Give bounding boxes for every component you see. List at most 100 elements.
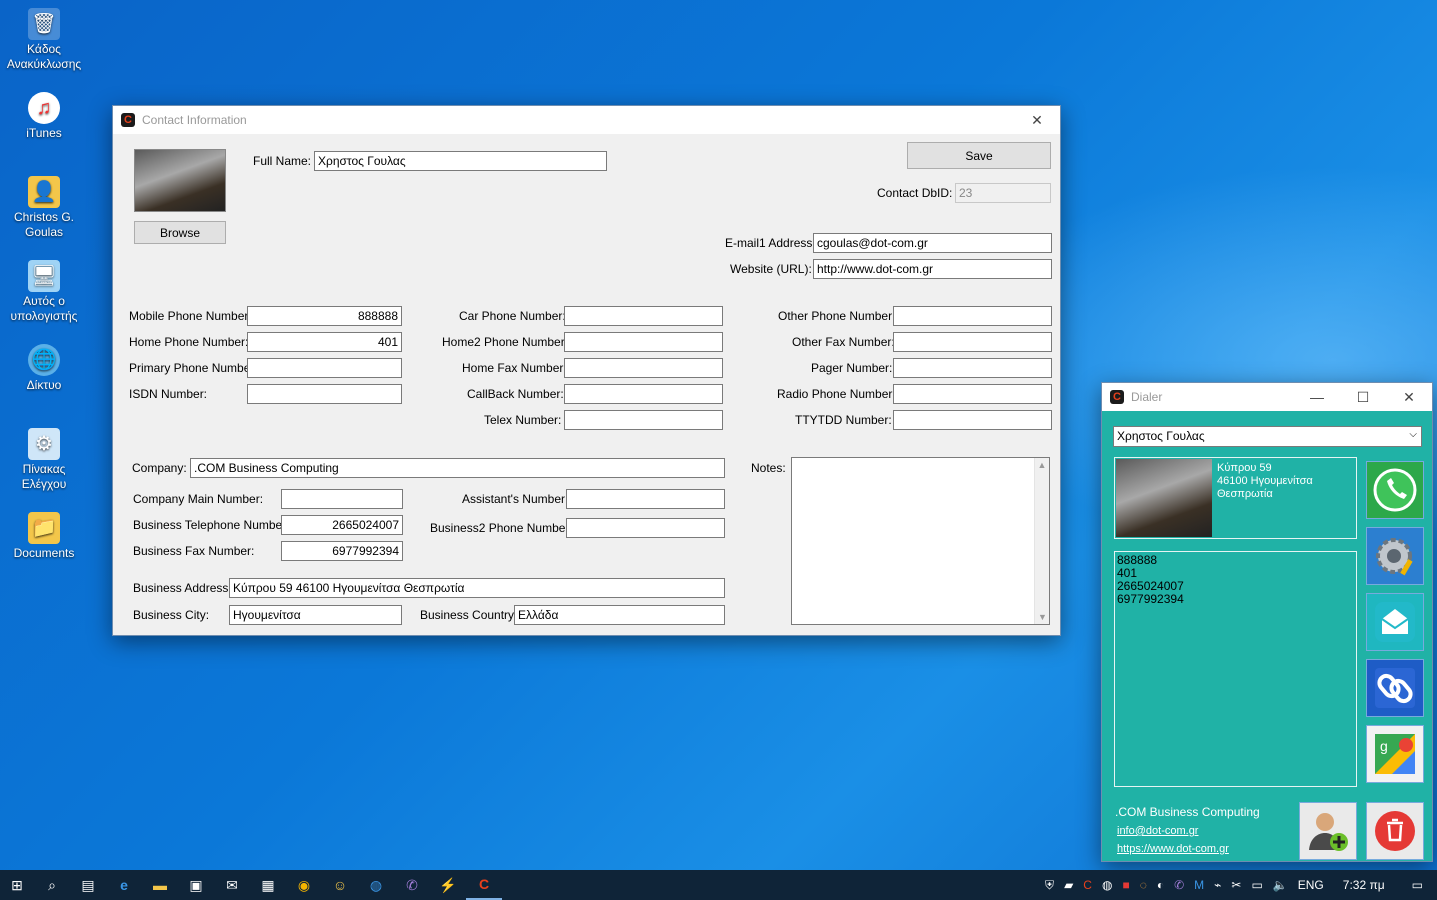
dbid-label: Contact DbID: — [877, 186, 953, 200]
map-button[interactable]: g — [1366, 725, 1424, 783]
website-link[interactable]: https://www.dot-com.gr — [1117, 843, 1229, 855]
taskbar-lightning[interactable]: ⚡ — [430, 870, 466, 900]
email-field[interactable]: cgoulas@dot-com.gr — [813, 233, 1052, 253]
b2-field[interactable] — [566, 518, 725, 538]
minimize-button[interactable]: — — [1294, 383, 1340, 411]
desktop-icon-network[interactable]: 🌐 Δίκτυο — [4, 344, 84, 393]
taskbar-viber[interactable]: ✆ — [394, 870, 430, 900]
taskbar-store[interactable]: ▣ — [178, 870, 214, 900]
number-list[interactable]: 888888 401 2665024007 6977992394 — [1114, 551, 1357, 787]
radio-field[interactable] — [893, 384, 1052, 404]
globe-icon[interactable]: ◍ — [1102, 878, 1112, 892]
task-view-button[interactable]: ▤ — [70, 870, 106, 900]
taskbar-dialer[interactable]: C — [466, 870, 502, 900]
car-field[interactable] — [564, 306, 723, 326]
desktop-icon-computer[interactable]: 🖥 Αυτός ο υπολογιστής — [4, 260, 84, 324]
list-item[interactable]: 6977992394 — [1117, 593, 1354, 606]
homefax-field[interactable] — [564, 358, 723, 378]
desktop-icon-documents[interactable]: 📁 Documents — [4, 512, 84, 561]
home-field[interactable]: 401 — [247, 332, 402, 352]
btel-field[interactable]: 2665024007 — [281, 515, 403, 535]
taskbar-mail[interactable]: ✉ — [214, 870, 250, 900]
call-button[interactable] — [1366, 461, 1424, 519]
callback-field[interactable] — [564, 384, 723, 404]
url-field[interactable]: http://www.dot-com.gr — [813, 259, 1052, 279]
homefax-label: Home Fax Number: — [462, 361, 567, 375]
company-label: Company: — [132, 461, 187, 475]
tray-red-icon[interactable]: ■ — [1122, 878, 1129, 892]
pager-field[interactable] — [893, 358, 1052, 378]
browse-button[interactable]: Browse — [134, 221, 226, 244]
other-field[interactable] — [893, 306, 1052, 326]
scroll-down-icon[interactable]: ▼ — [1035, 612, 1050, 622]
mobile-field[interactable]: 888888 — [247, 306, 402, 326]
dialer-tray-icon[interactable]: C — [1083, 878, 1092, 892]
cmain-field[interactable] — [281, 489, 403, 509]
bcountry-field[interactable]: Ελλάδα — [514, 605, 725, 625]
volume-icon[interactable]: 🔈 — [1273, 878, 1288, 892]
delete-button[interactable] — [1366, 802, 1424, 860]
language-indicator[interactable]: ENG — [1298, 878, 1324, 892]
isdn-field[interactable] — [247, 384, 402, 404]
tty-field[interactable] — [893, 410, 1052, 430]
desktop-icon-user-folder[interactable]: 👤 Christos G. Goulas — [4, 176, 84, 240]
taskbar-remote[interactable]: ▦ — [250, 870, 286, 900]
start-button[interactable]: ⊞ — [0, 870, 34, 900]
scroll-up-icon[interactable]: ▲ — [1035, 460, 1049, 470]
svg-text:g: g — [1380, 738, 1388, 754]
taskbar-chrome[interactable]: ◉ — [286, 870, 322, 900]
taskbar-edge[interactable]: e — [106, 870, 142, 900]
telex-field[interactable] — [564, 410, 723, 430]
clock[interactable]: 7:32 πμ — [1343, 878, 1385, 892]
contact-photo — [134, 149, 226, 212]
documents-icon: 📁 — [28, 512, 60, 544]
close-button[interactable]: ✕ — [1014, 106, 1060, 134]
full-name-field[interactable]: Χρηστος Γουλας — [314, 151, 607, 171]
taskbar-globe[interactable]: ◍ — [358, 870, 394, 900]
notes-label: Notes: — [751, 461, 786, 475]
taskbar-explorer[interactable]: ▬ — [142, 870, 178, 900]
baddr-field[interactable]: Κύπρου 59 46100 Ηγουμενίτσα Θεσπρωτία — [229, 578, 725, 598]
primary-field[interactable] — [247, 358, 402, 378]
close-button[interactable]: ✕ — [1386, 383, 1432, 411]
maximize-button[interactable]: ☐ — [1340, 383, 1386, 411]
save-button[interactable]: Save — [907, 142, 1051, 169]
home2-field[interactable] — [564, 332, 723, 352]
viber-icon[interactable]: ✆ — [1174, 878, 1184, 892]
tray-app-icon[interactable]: ✂ — [1231, 878, 1241, 892]
desktop-icon-control-panel[interactable]: ⚙ Πίνακας Ελέγχου — [4, 428, 84, 492]
desktop-icon-label: Documents — [13, 546, 75, 560]
desktop-icon-label: Christos G. Goulas — [13, 210, 74, 239]
tray-app-icon[interactable]: ▰ — [1064, 878, 1073, 892]
assist-field[interactable] — [566, 489, 725, 509]
tray-m-icon[interactable]: M — [1194, 878, 1204, 892]
notes-scrollbar[interactable]: ▲ ▼ — [1034, 458, 1049, 624]
bcity-field[interactable]: Ηγουμενίτσα — [229, 605, 402, 625]
bfax-field[interactable]: 6977992394 — [281, 541, 403, 561]
desktop-icon-recycle-bin[interactable]: 🗑 Κάδος Ανακύκλωσης — [4, 8, 84, 72]
notifications-icon[interactable]: ▭ — [1412, 878, 1423, 892]
search-button[interactable]: ⌕ — [34, 870, 70, 900]
desktop-icon-itunes[interactable]: ♫ iTunes — [4, 92, 84, 141]
tray-swirl-icon[interactable]: ◌ — [1140, 878, 1147, 892]
otherfax-field[interactable] — [893, 332, 1052, 352]
add-contact-button[interactable] — [1299, 802, 1357, 860]
contact-titlebar[interactable]: C Contact Information ✕ — [113, 106, 1060, 134]
network-icon[interactable]: ▭ — [1251, 878, 1262, 892]
folder-icon: ▬ — [153, 877, 167, 893]
tray-app-icon[interactable]: ⌁ — [1214, 878, 1221, 892]
company-field[interactable]: .COM Business Computing — [190, 458, 725, 478]
dialer-titlebar[interactable]: C Dialer — ☐ ✕ — [1102, 383, 1432, 411]
contact-select[interactable]: Χρηστος Γουλας ⌵ — [1113, 426, 1422, 447]
tray-app-icon[interactable]: ◐ — [1157, 878, 1164, 892]
shield-icon[interactable]: ⛨ — [1045, 878, 1054, 893]
otherfax-label: Other Fax Number: — [792, 335, 895, 349]
list-item[interactable]: 888888 — [1117, 554, 1354, 567]
email-link[interactable]: info@dot-com.gr — [1117, 825, 1198, 837]
settings-button[interactable] — [1366, 527, 1424, 585]
link-button[interactable] — [1366, 659, 1424, 717]
taskbar-app[interactable]: ☺ — [322, 870, 358, 900]
email-button[interactable] — [1366, 593, 1424, 651]
notes-field[interactable]: ▲ ▼ — [791, 457, 1050, 625]
search-icon: ⌕ — [48, 876, 56, 893]
